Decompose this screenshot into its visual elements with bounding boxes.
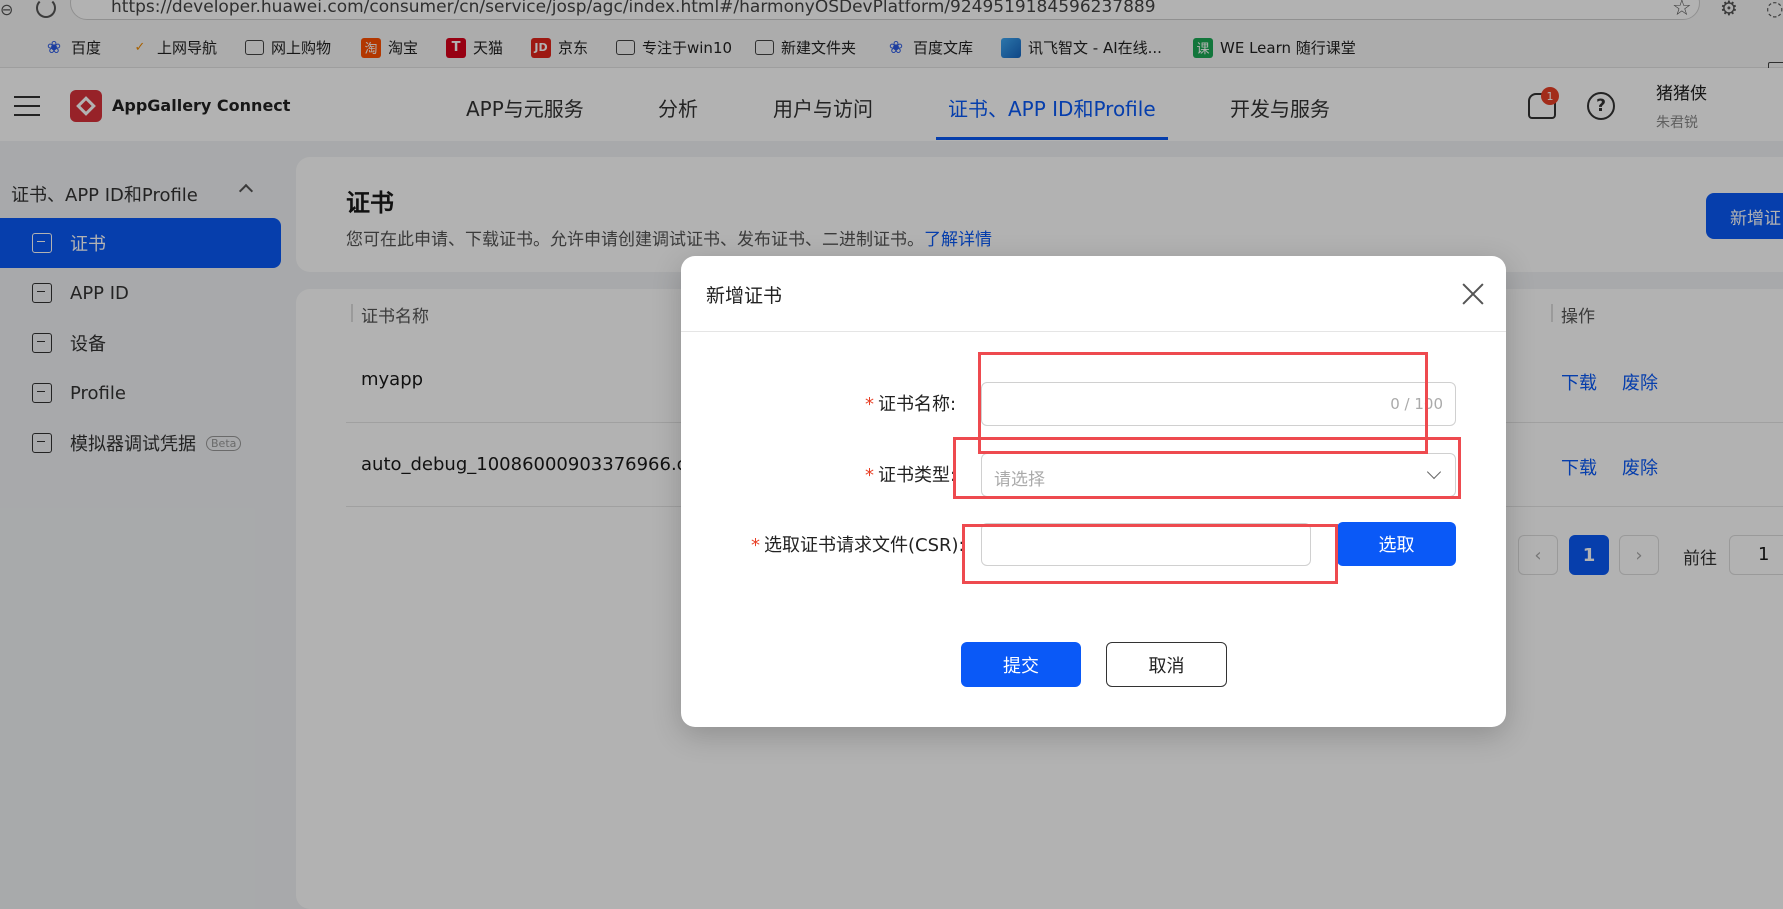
csr-file-label: * 选取证书请求文件(CSR): — [751, 535, 965, 556]
cert-type-label: * 证书类型: — [865, 465, 957, 486]
choose-file-button[interactable]: 选取 — [1337, 522, 1456, 566]
required-mark: * — [865, 465, 874, 486]
dialog-divider — [681, 331, 1506, 332]
required-mark: * — [865, 394, 874, 415]
submit-button[interactable]: 提交 — [961, 642, 1081, 687]
required-mark: * — [751, 535, 760, 556]
annotation-box — [962, 524, 1338, 584]
close-icon[interactable] — [1461, 282, 1485, 306]
dialog-title: 新增证书 — [706, 285, 783, 307]
cancel-button[interactable]: 取消 — [1106, 642, 1227, 687]
annotation-box — [953, 437, 1461, 499]
cert-name-label: * 证书名称: — [865, 394, 957, 415]
